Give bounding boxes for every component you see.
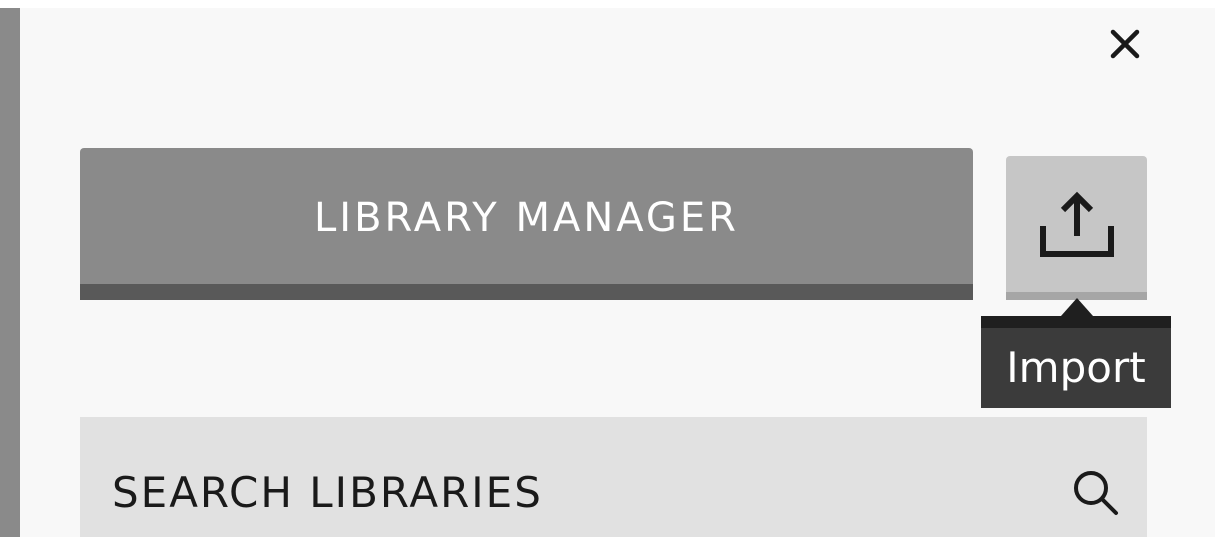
close-button[interactable] [1105,24,1145,64]
import-tooltip: Import [981,316,1171,408]
search-icon[interactable] [1070,467,1122,519]
panel-left-border [0,8,20,537]
close-icon [1110,29,1140,59]
search-bar[interactable] [80,417,1147,537]
import-tooltip-label: Import [1006,343,1146,392]
tooltip-arrow [1061,298,1093,316]
import-button[interactable] [1006,156,1147,300]
upload-icon [1039,191,1114,257]
library-manager-button[interactable]: LIBRARY MANAGER [80,148,973,300]
library-manager-label: LIBRARY MANAGER [314,195,739,241]
search-input[interactable] [112,462,1147,522]
